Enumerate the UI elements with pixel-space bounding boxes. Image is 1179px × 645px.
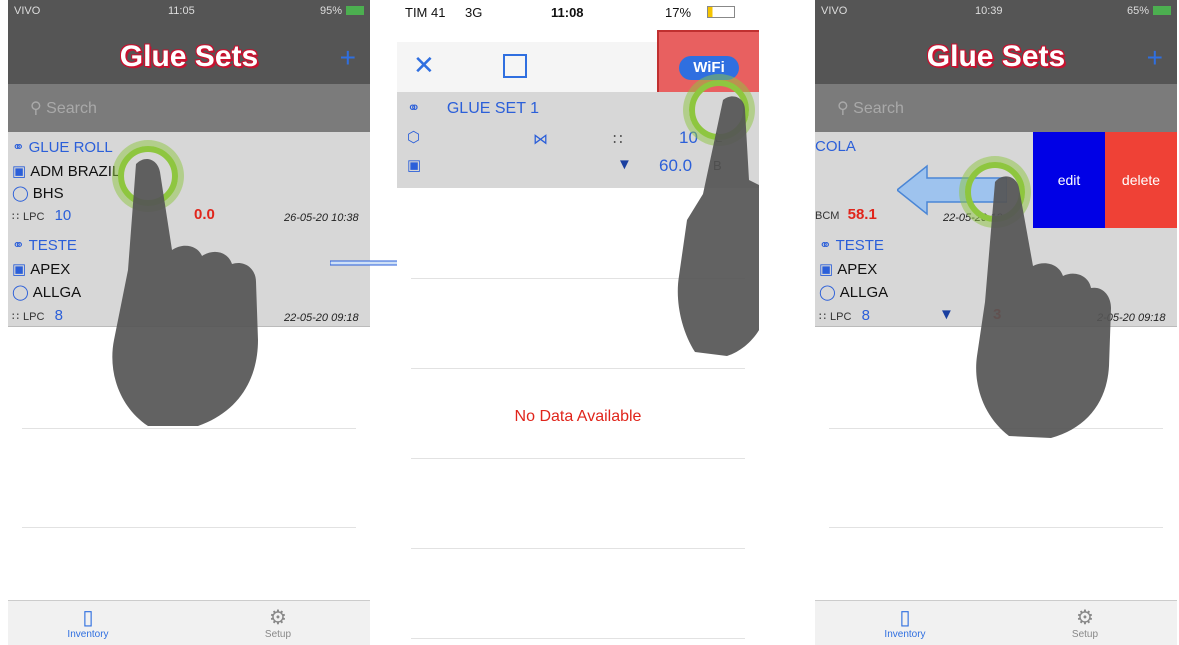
set-name: GLUE SET 1 [446,100,540,117]
search-bar[interactable]: ⚲ Search [815,84,1177,132]
item-name: TESTE [835,237,884,254]
page-title: Glue Sets [926,40,1066,73]
tab-inventory[interactable]: ▯ Inventory [38,605,138,640]
divider [411,368,745,369]
lpc-value: 8 [861,307,870,324]
tab-bar: ▯ Inventory ⚙ Setup [815,600,1177,645]
gear-icon: ⚙ [269,607,287,629]
screen-glue-sets-list: VIVO 11:05 95% Glue Sets + ⚲ Search ⚭ GLU… [8,0,370,645]
clipboard-icon: ▯ [82,607,94,629]
status-bar: VIVO 11:05 95% [8,0,370,22]
clipboard-icon: ▯ [899,607,911,629]
factory-icon: ▣ [407,157,422,174]
cells-icon: ∷ [12,311,19,323]
battery-percent: 65% [1126,5,1149,17]
item-company: APEX [30,261,71,278]
tag-icon: ⚭ [12,237,25,254]
lpc-value: 10 [54,207,72,224]
search-icon: ⚲ [837,100,849,117]
tab-setup[interactable]: ⚙ Setup [1035,605,1135,640]
lpc-value: 8 [54,307,63,324]
tag-icon: ⚭ [12,139,25,156]
cells-icon: ∷ [613,131,623,148]
add-button[interactable]: + [340,42,356,74]
status-bar: VIVO 10:39 65% [815,0,1177,22]
divider [829,527,1163,528]
cells-icon: ∷ [12,211,19,223]
empty-message: No Data Available [514,408,642,425]
add-button[interactable]: + [1147,42,1163,74]
divider [411,638,745,639]
battery-icon [346,6,364,15]
factory-icon: ▣ [12,261,27,278]
divider [22,527,356,528]
item-machine: ALLGA [32,284,82,301]
search-input[interactable]: ⚲ Search [837,98,904,118]
gear-icon: ⚙ [1076,607,1094,629]
battery-percent: 17% [665,5,692,20]
item-company: APEX [837,261,878,278]
tab-inventory[interactable]: ▯ Inventory [855,605,955,640]
clock-label: 10:39 [975,5,1003,17]
carrier-label: VIVO [14,5,41,17]
factory-icon: ▣ [12,163,27,180]
timestamp: 22-05-20 09:18 [284,312,359,324]
lpc-label: LPC [830,311,852,323]
lpc-label: LPC [23,311,45,323]
cup-icon: ▼ [939,306,954,323]
hand-pointer-icon [677,96,759,356]
bcm-label: BCM [815,210,840,222]
clock-label: 11:05 [168,5,195,17]
search-bar[interactable]: ⚲ Search [8,84,370,132]
bowtie-icon: ⋈ [533,131,548,148]
search-icon: ⚲ [30,100,42,117]
carrier-label: TIM 41 [405,5,446,20]
edit-icon[interactable] [503,54,527,78]
delete-button[interactable]: delete [1105,132,1177,228]
network-label: 3G [465,5,483,20]
tab-bar: ▯ Inventory ⚙ Setup [8,600,370,645]
roll-icon: ◯ [12,185,29,202]
clock-label: 11:08 [551,5,584,20]
item-name: TESTE [28,237,77,254]
hand-pointer-icon [976,176,1111,438]
close-button[interactable]: ✕ [413,50,435,81]
page-title: Glue Sets [119,40,259,73]
battery-percent: 95% [319,5,342,17]
battery-icon [1153,6,1171,15]
divider [411,548,745,549]
roll-icon: ◯ [819,284,836,301]
tab-setup[interactable]: ⚙ Setup [228,605,328,640]
item-machine: ALLGA [839,284,889,301]
tag-icon: ⚭ [407,100,421,117]
battery-icon [707,6,735,18]
status-bar: TIM 41 3G 11:08 17% [397,0,759,22]
item-name: COLA [815,138,856,155]
lpc-label: LPC [23,211,45,223]
factory-icon: ▣ [819,261,834,278]
wifi-button[interactable]: WiFi [679,56,739,80]
search-input[interactable]: ⚲ Search [30,98,97,118]
roll-icon: ◯ [12,284,29,301]
timestamp: 26-05-20 10:38 [284,212,359,224]
divider [411,458,745,459]
cup-icon: ▼ [617,156,632,173]
bcm-value: 58.1 [847,206,877,223]
cells-icon: ∷ [819,311,826,323]
tag-icon: ⚭ [819,237,832,254]
screen-glue-set-detail: TIM 41 3G 11:08 17% ✕ WiFi ⚭ GLUE SET 1 … [397,0,759,645]
screen-glue-sets-swipe: VIVO 10:39 65% Glue Sets + ⚲ Search COLA… [815,0,1177,645]
hexagon-icon: ⬡ [407,129,421,146]
carrier-label: VIVO [821,5,848,17]
hand-pointer-icon [112,158,258,426]
item-machine: BHS [32,185,64,202]
